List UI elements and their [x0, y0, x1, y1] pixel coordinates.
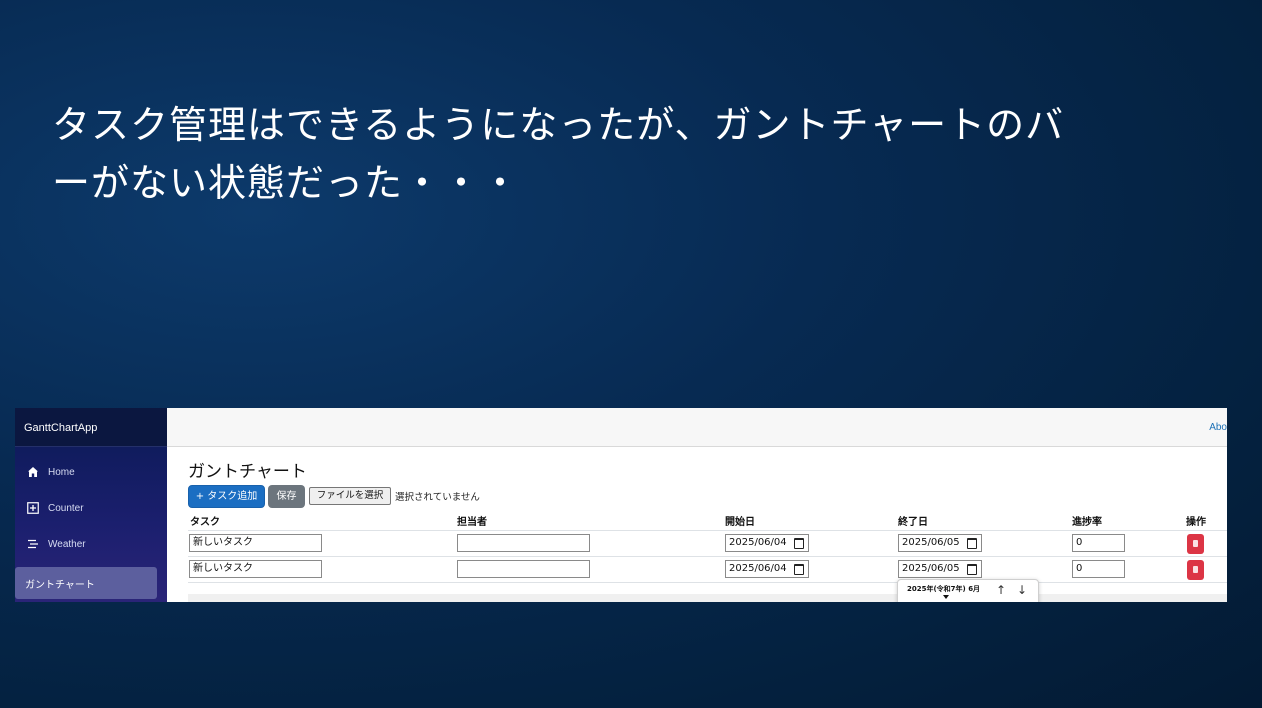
sidebar-item-counter[interactable]: Counter	[15, 492, 167, 524]
column-header-task: タスク	[190, 517, 220, 528]
end-date-input[interactable]: 2025/06/05	[898, 534, 982, 552]
assignee-input[interactable]	[457, 534, 590, 552]
task-name-input[interactable]: 新しいタスク	[189, 560, 322, 578]
delete-button[interactable]	[1187, 534, 1204, 554]
chevron-down-icon[interactable]	[943, 595, 949, 599]
app-brand[interactable]: GanttChartApp	[15, 408, 167, 447]
sidebar-item-label: Home	[48, 466, 75, 478]
add-task-button[interactable]: + タスク追加	[188, 485, 265, 508]
app-screenshot: GanttChartApp Home Counter Weather ガントチャ…	[15, 408, 1227, 602]
gantt-area	[188, 594, 1227, 602]
calendar-icon[interactable]	[967, 538, 977, 549]
end-date-input[interactable]: 2025/06/05	[898, 560, 982, 578]
assignee-input[interactable]	[457, 560, 590, 578]
sidebar-item-weather[interactable]: Weather	[15, 528, 167, 560]
progress-input[interactable]: 0	[1072, 534, 1125, 552]
date-picker-popup[interactable]: 2025年(令和7年) 6月 ↑ ↓	[897, 579, 1039, 602]
calendar-icon[interactable]	[967, 564, 977, 575]
start-date-value: 2025/06/04	[729, 537, 787, 548]
list-icon	[26, 537, 40, 551]
file-status: 選択されていません	[395, 492, 480, 503]
home-icon	[26, 465, 40, 479]
sidebar: GanttChartApp Home Counter Weather ガントチャ…	[15, 408, 167, 602]
column-header-start-date: 開始日	[725, 517, 755, 528]
trash-icon	[1193, 540, 1198, 547]
start-date-input[interactable]: 2025/06/04	[725, 534, 809, 552]
slide-title-line-2: ーがない状態だった・・・	[52, 161, 521, 205]
column-header-progress: 進捗率	[1072, 517, 1102, 528]
column-header-assignee: 担当者	[457, 517, 487, 528]
page-title: ガントチャート	[188, 462, 307, 482]
column-header-actions: 操作	[1186, 517, 1206, 528]
column-header-end-date: 終了日	[898, 517, 928, 528]
end-date-value: 2025/06/05	[902, 537, 960, 548]
main-content: ガントチャート + タスク追加 保存 ファイルを選択 選択されていません タスク…	[167, 447, 1227, 602]
sidebar-item-label: Weather	[48, 538, 86, 550]
divider	[188, 582, 1227, 583]
sidebar-item-home[interactable]: Home	[15, 456, 167, 488]
top-bar: Abo	[167, 408, 1227, 447]
plus-icon	[26, 501, 40, 515]
divider	[188, 530, 1227, 531]
start-date-input[interactable]: 2025/06/04	[725, 560, 809, 578]
previous-month-arrow-icon[interactable]: ↑	[996, 583, 1006, 597]
next-month-arrow-icon[interactable]: ↓	[1017, 583, 1027, 597]
progress-input[interactable]: 0	[1072, 560, 1125, 578]
task-name-input[interactable]: 新しいタスク	[189, 534, 322, 552]
delete-button[interactable]	[1187, 560, 1204, 580]
date-picker-month-label[interactable]: 2025年(令和7年) 6月	[907, 584, 980, 594]
end-date-value: 2025/06/05	[902, 563, 960, 574]
calendar-icon[interactable]	[794, 564, 804, 575]
start-date-value: 2025/06/04	[729, 563, 787, 574]
calendar-icon[interactable]	[794, 538, 804, 549]
trash-icon	[1193, 566, 1198, 573]
save-button[interactable]: 保存	[268, 485, 305, 508]
slide-title-line-1: タスク管理はできるようになったが、ガントチャートのバ	[52, 103, 1065, 147]
divider	[188, 556, 1227, 557]
about-link[interactable]: Abo	[1209, 422, 1227, 433]
sidebar-item-label: Counter	[48, 502, 84, 514]
slide-title: タスク管理はできるようになったが、ガントチャートのバ ーがない状態だった・・・	[52, 96, 1142, 212]
choose-file-button[interactable]: ファイルを選択	[309, 487, 391, 505]
sidebar-item-label: ガントチャート	[25, 579, 95, 591]
sidebar-item-gantt[interactable]: ガントチャート	[15, 567, 157, 599]
